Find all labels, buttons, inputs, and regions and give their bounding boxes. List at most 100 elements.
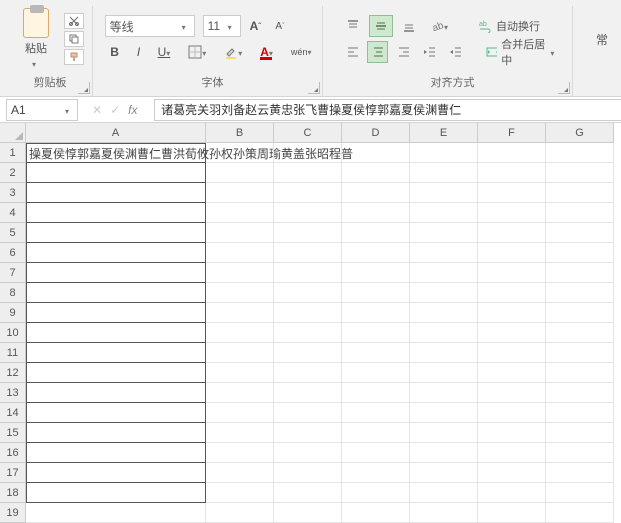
cell-C2[interactable] [274,163,342,183]
cell-G1[interactable] [546,143,614,163]
cell-A5[interactable] [26,223,206,243]
orientation-button[interactable]: ab [425,15,457,37]
col-header-A[interactable]: A [26,123,206,143]
cell-F9[interactable] [478,303,546,323]
cell-G8[interactable] [546,283,614,303]
row-header-1[interactable]: 1 [0,143,26,163]
cell-C18[interactable] [274,483,342,503]
row-header-14[interactable]: 14 [0,403,26,423]
cell-D18[interactable] [342,483,410,503]
italic-button[interactable]: I [129,41,149,63]
cell-F11[interactable] [478,343,546,363]
cut-button[interactable] [64,13,84,29]
worksheet-grid[interactable]: ABCDEFG 12345678910111213141516171819 操夏… [0,123,621,523]
cell-G9[interactable] [546,303,614,323]
row-header-5[interactable]: 5 [0,223,26,243]
cell-A8[interactable] [26,283,206,303]
cell-A1[interactable]: 操夏侯惇郭嘉夏侯渊曹仁曹洪荀攸孙权孙策周瑜黄盖张昭程普 [26,143,206,163]
cell-A12[interactable] [26,363,206,383]
cell-B8[interactable] [206,283,274,303]
cell-F1[interactable] [478,143,546,163]
cell-E2[interactable] [410,163,478,183]
row-header-8[interactable]: 8 [0,283,26,303]
copy-button[interactable] [64,31,84,47]
cell-C4[interactable] [274,203,342,223]
alignment-dialog-launcher[interactable] [558,82,570,94]
cell-C15[interactable] [274,423,342,443]
cell-G10[interactable] [546,323,614,343]
cell-D12[interactable] [342,363,410,383]
cell-F10[interactable] [478,323,546,343]
cell-A7[interactable] [26,263,206,283]
cell-D6[interactable] [342,243,410,263]
cell-C17[interactable] [274,463,342,483]
cell-B13[interactable] [206,383,274,403]
cell-E12[interactable] [410,363,478,383]
align-middle-button[interactable] [369,15,393,37]
styles-partial[interactable]: 常 [591,28,613,50]
cell-E8[interactable] [410,283,478,303]
cell-C1[interactable] [274,143,342,163]
cell-C10[interactable] [274,323,342,343]
cell-C7[interactable] [274,263,342,283]
cell-F17[interactable] [478,463,546,483]
cell-A13[interactable] [26,383,206,403]
row-header-12[interactable]: 12 [0,363,26,383]
align-right-button[interactable] [392,41,414,63]
cell-D8[interactable] [342,283,410,303]
cell-C19[interactable] [274,503,342,523]
col-header-B[interactable]: B [206,123,274,143]
cell-G2[interactable] [546,163,614,183]
cell-B19[interactable] [206,503,274,523]
cell-G12[interactable] [546,363,614,383]
cell-B4[interactable] [206,203,274,223]
cell-B5[interactable] [206,223,274,243]
cell-F18[interactable] [478,483,546,503]
align-bottom-button[interactable] [397,15,421,37]
cell-E14[interactable] [410,403,478,423]
row-header-17[interactable]: 17 [0,463,26,483]
cell-G7[interactable] [546,263,614,283]
increase-font-button[interactable]: Aˆ [245,15,266,37]
cell-G11[interactable] [546,343,614,363]
cell-E19[interactable] [410,503,478,523]
font-color-button[interactable]: A [255,41,282,63]
cell-A2[interactable] [26,163,206,183]
cell-G16[interactable] [546,443,614,463]
enter-formula-button[interactable]: ✓ [110,103,120,117]
cell-D2[interactable] [342,163,410,183]
paste-button[interactable]: 粘贴 [16,7,56,71]
decrease-indent-button[interactable] [418,41,440,63]
cell-B9[interactable] [206,303,274,323]
cell-G15[interactable] [546,423,614,443]
row-header-19[interactable]: 19 [0,503,26,523]
cell-C9[interactable] [274,303,342,323]
col-header-G[interactable]: G [546,123,614,143]
cell-A16[interactable] [26,443,206,463]
merge-center-button[interactable]: 合并后居中 [479,41,564,63]
cell-B14[interactable] [206,403,274,423]
cell-C3[interactable] [274,183,342,203]
cell-D1[interactable] [342,143,410,163]
cell-E13[interactable] [410,383,478,403]
cell-D3[interactable] [342,183,410,203]
cell-F13[interactable] [478,383,546,403]
cell-D4[interactable] [342,203,410,223]
cell-A4[interactable] [26,203,206,223]
cell-E10[interactable] [410,323,478,343]
cell-G17[interactable] [546,463,614,483]
cell-G19[interactable] [546,503,614,523]
cell-E11[interactable] [410,343,478,363]
bold-button[interactable]: B [105,41,125,63]
font-dialog-launcher[interactable] [308,82,320,94]
cell-D9[interactable] [342,303,410,323]
fx-icon[interactable]: fx [128,103,146,117]
cell-E17[interactable] [410,463,478,483]
cell-F12[interactable] [478,363,546,383]
cell-B2[interactable] [206,163,274,183]
row-header-6[interactable]: 6 [0,243,26,263]
fill-color-button[interactable] [219,41,251,63]
cell-F15[interactable] [478,423,546,443]
cell-D11[interactable] [342,343,410,363]
cell-D7[interactable] [342,263,410,283]
